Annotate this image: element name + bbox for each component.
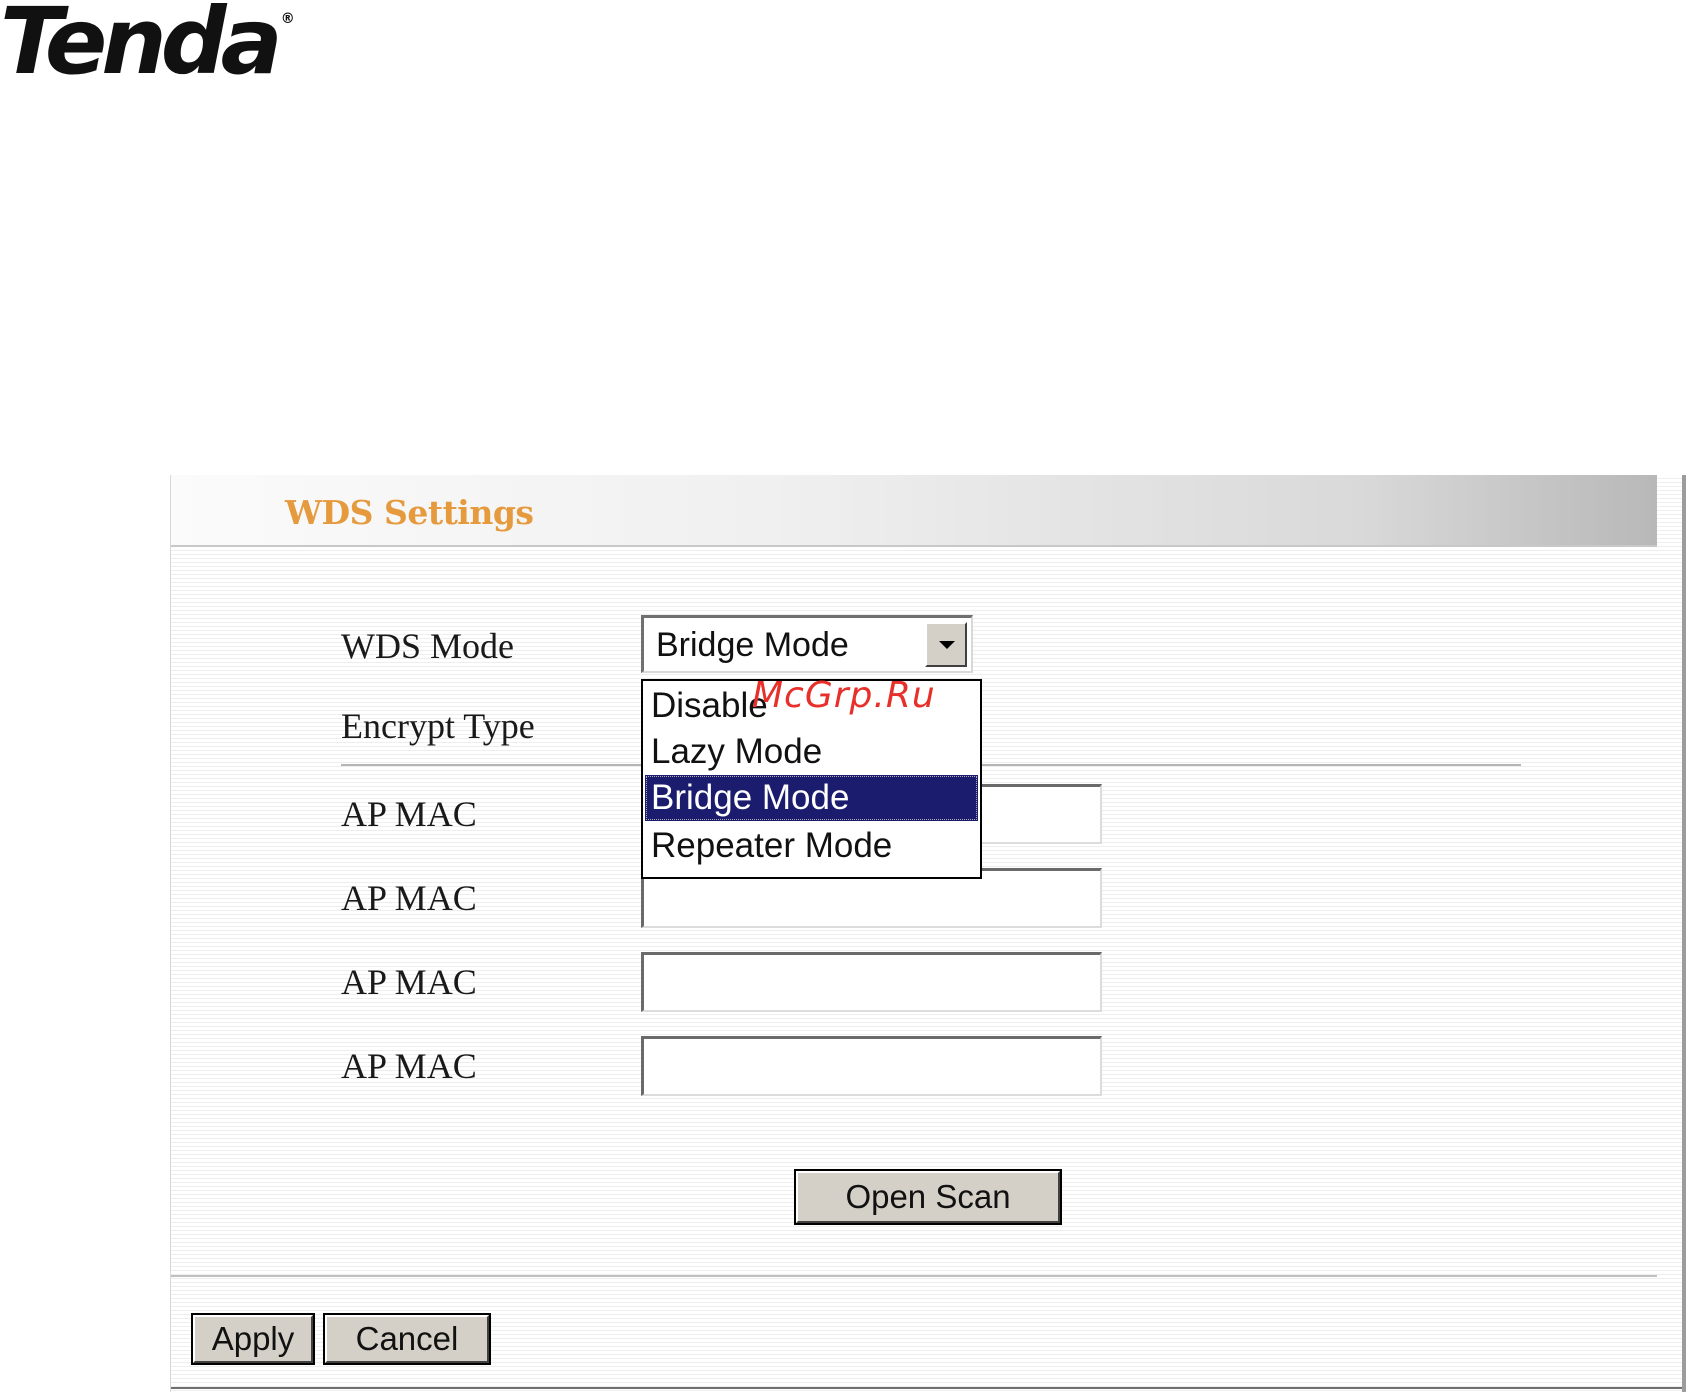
panel-title: WDS Settings [285,493,534,532]
ap-mac-label-3: AP MAC [341,962,477,1002]
ap-mac-label-2: AP MAC [341,878,477,918]
dropdown-option-repeater-mode[interactable]: Repeater Mode [645,823,978,869]
panel-header: WDS Settings [171,475,1657,547]
tenda-logo: Tenda ® [0,0,295,88]
dropdown-option-lazy-mode[interactable]: Lazy Mode [645,729,978,775]
ap-mac-input-3[interactable] [641,952,1102,1012]
apply-button[interactable]: Apply [193,1315,313,1363]
cancel-button[interactable]: Cancel [325,1315,489,1363]
open-scan-button-frame: Open Scan [794,1169,1062,1225]
chevron-down-icon[interactable] [925,622,967,667]
cancel-button-frame: Cancel [323,1313,491,1365]
encrypt-type-label: Encrypt Type [341,706,535,746]
ap-mac-input-4[interactable] [641,1036,1102,1096]
panel-bottom-border [171,1387,1682,1389]
footer-divider [171,1275,1657,1277]
panel-edge [1682,475,1686,1392]
dropdown-option-bridge-mode[interactable]: Bridge Mode [645,775,978,821]
wds-mode-select[interactable]: Bridge Mode [641,615,973,673]
wds-mode-selected-value: Bridge Mode [656,626,849,664]
wds-mode-label: WDS Mode [341,626,514,666]
logo-text: Tenda [0,0,283,95]
ap-mac-label-1: AP MAC [341,794,477,834]
open-scan-button[interactable]: Open Scan [796,1171,1060,1223]
watermark-text: McGrp.Ru [752,675,936,716]
ap-mac-label-4: AP MAC [341,1046,477,1086]
wds-settings-panel: WDS Settings WDS Mode Bridge Mode Disabl… [170,475,1686,1392]
registered-mark: ® [280,11,295,27]
apply-button-frame: Apply [191,1313,315,1365]
